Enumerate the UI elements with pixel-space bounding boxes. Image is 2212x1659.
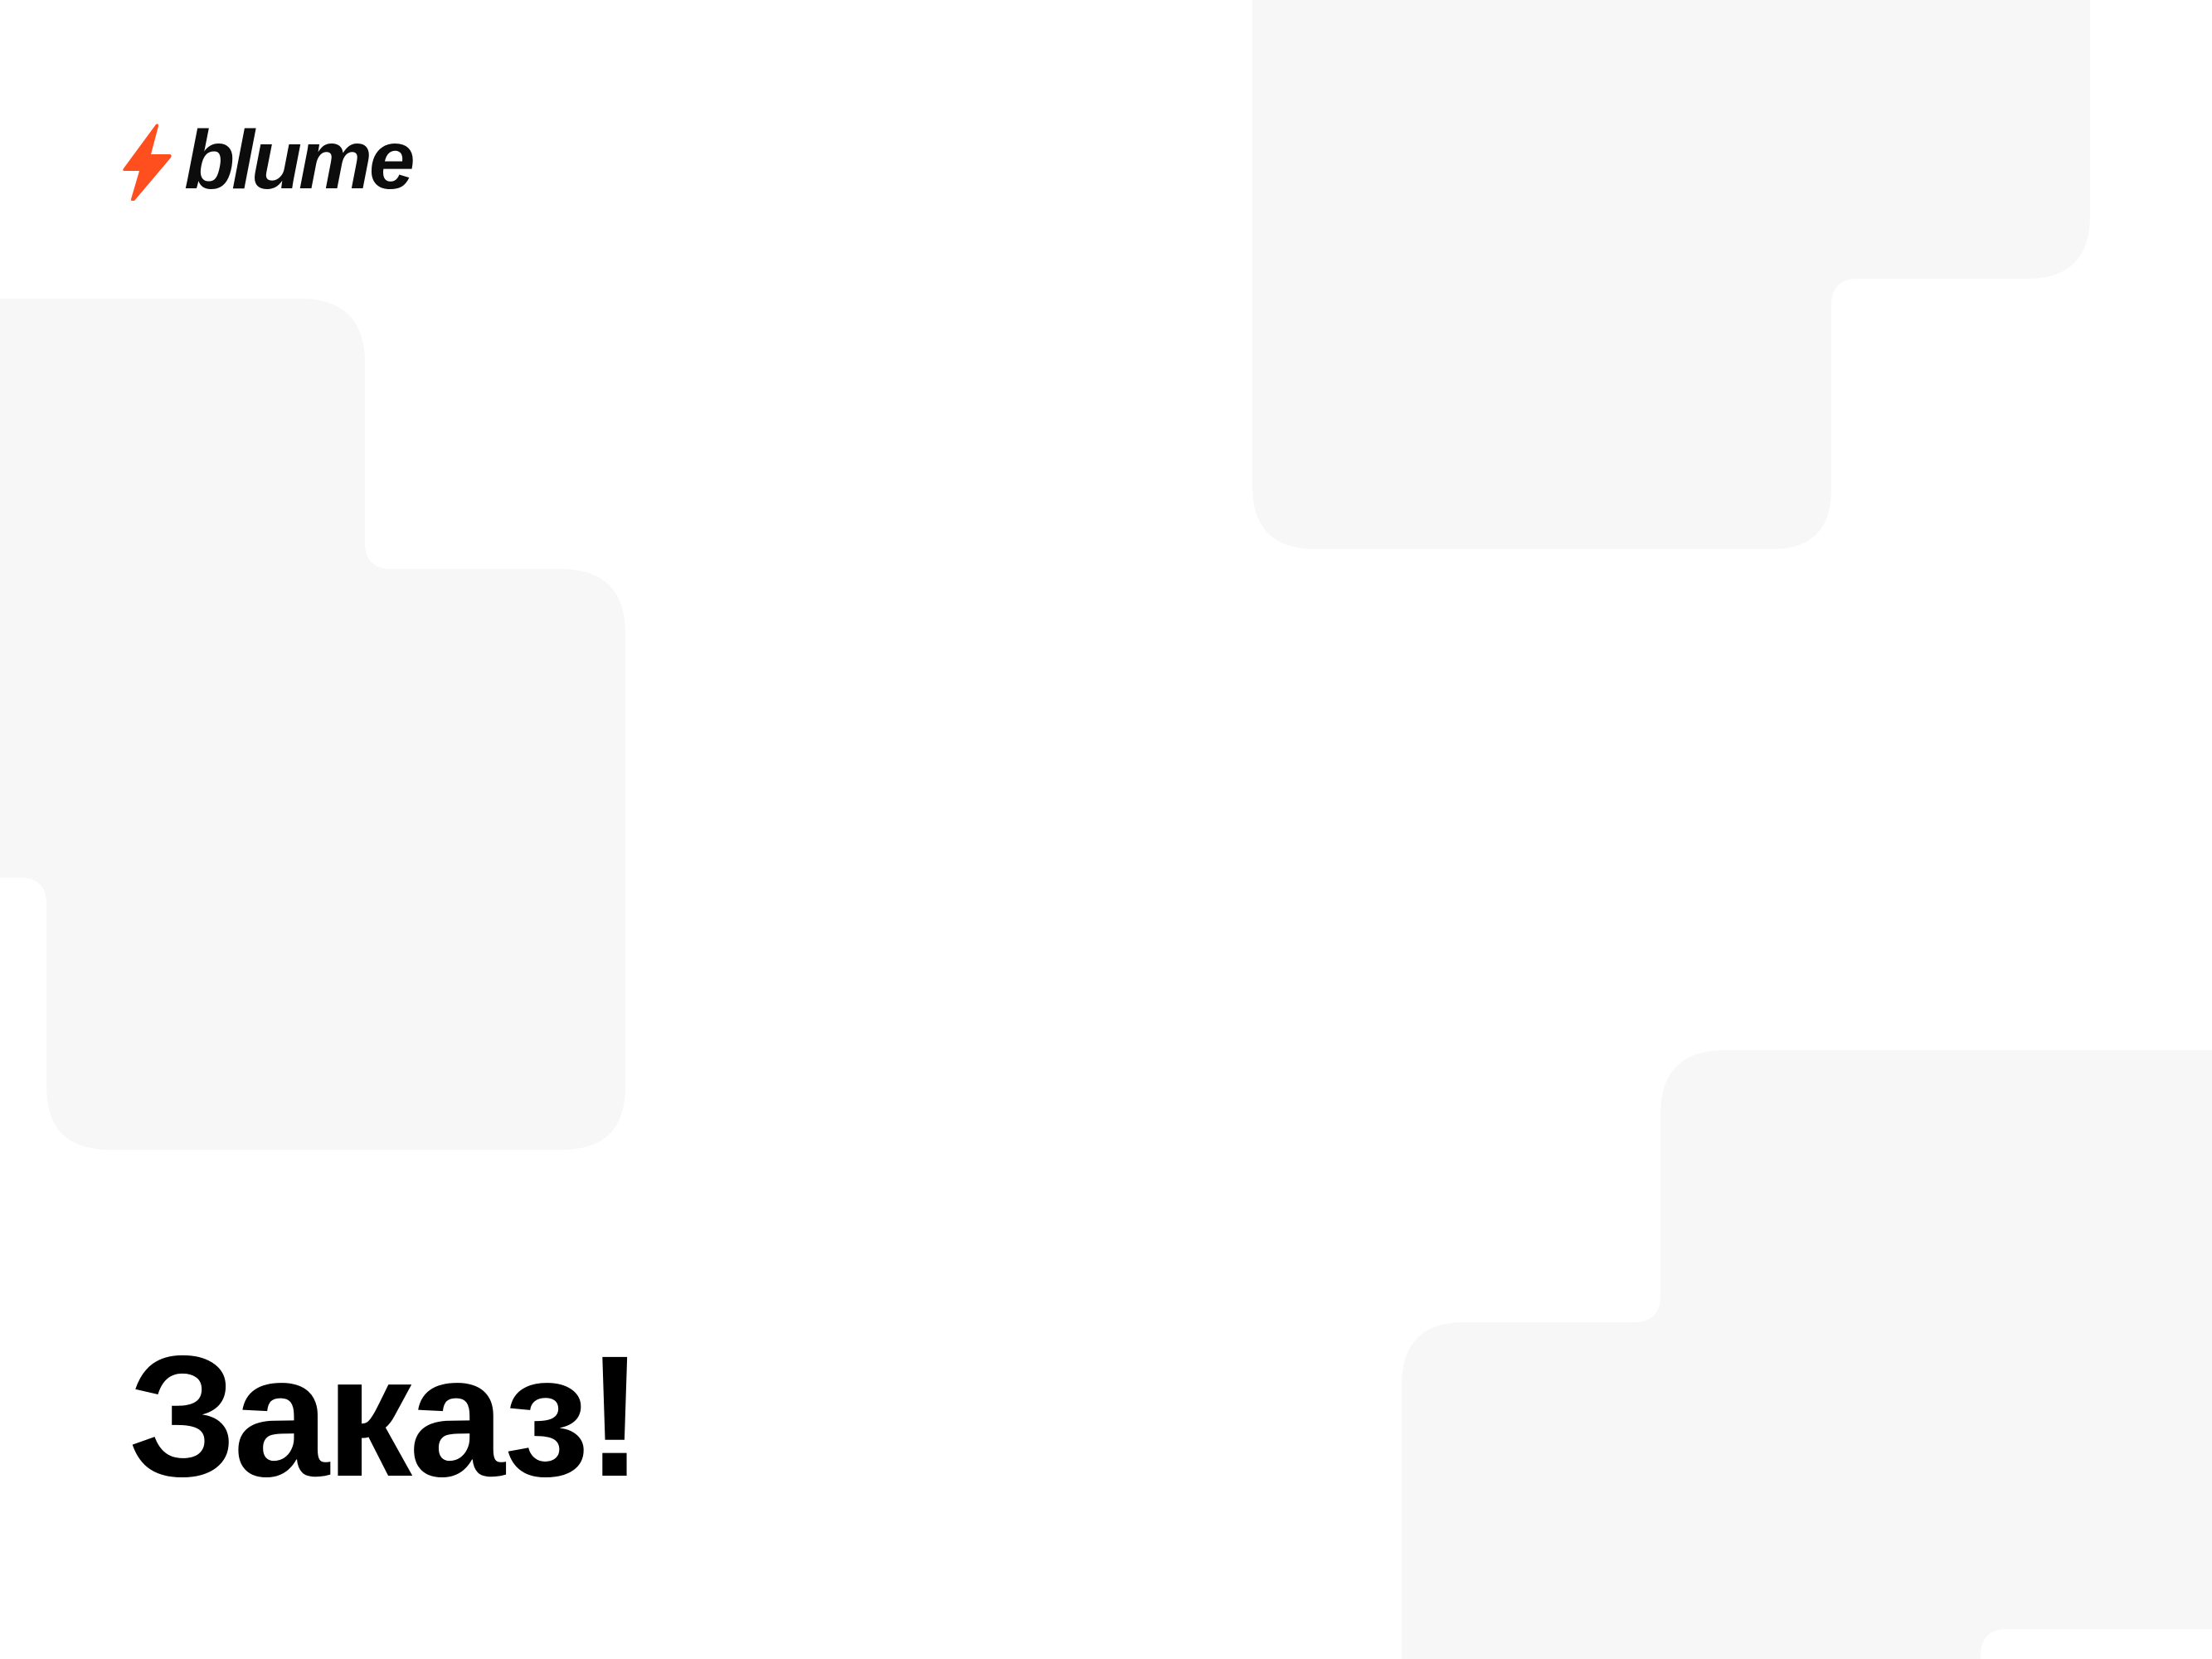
brand-logo[interactable]: blume — [123, 119, 415, 202]
background-shape-bottom-right — [1402, 1050, 2212, 1659]
background-shape-left — [0, 299, 625, 1150]
brand-name: blume — [184, 114, 415, 207]
page-title: Заказ! — [129, 1321, 644, 1513]
lightning-bolt-icon — [123, 124, 172, 201]
background-shape-top-right — [1252, 0, 2090, 549]
